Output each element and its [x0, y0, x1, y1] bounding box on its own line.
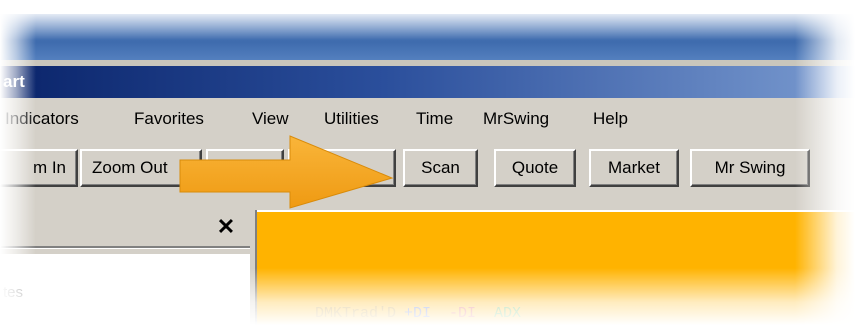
- screenshot-stage: art Indicators Favorites View Utilities …: [0, 0, 855, 325]
- arrow-right-icon: [179, 135, 394, 209]
